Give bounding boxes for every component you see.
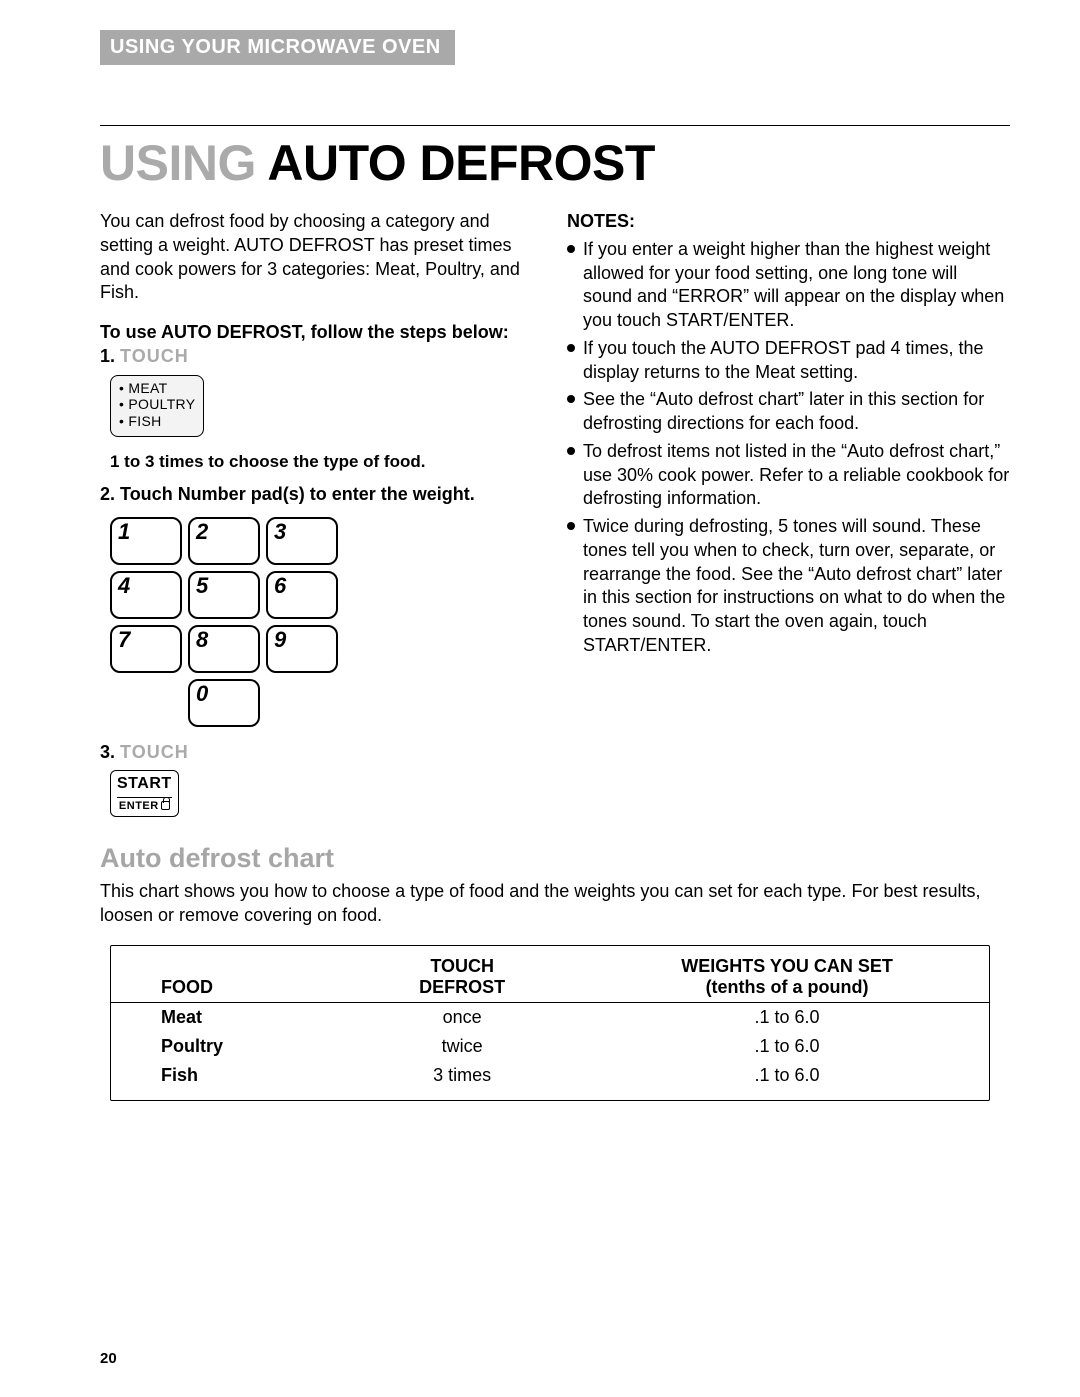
table-row: Meat once .1 to 6.0 (111, 1002, 989, 1032)
number-keypad: 1 2 3 4 5 6 7 8 9 0 (110, 517, 543, 727)
cell-weight: .1 to 6.0 (585, 1002, 989, 1032)
steps-heading: To use AUTO DEFROST, follow the steps be… (100, 321, 543, 345)
page-number: 20 (100, 1350, 117, 1367)
auto-defrost-pad[interactable]: MEAT POULTRY FISH (110, 375, 204, 437)
note-item: See the “Auto defrost chart” later in th… (567, 388, 1010, 436)
right-column: NOTES: If you enter a weight higher than… (567, 210, 1010, 817)
two-column-body: You can defrost food by choosing a categ… (100, 210, 1010, 817)
cell-touch: 3 times (339, 1061, 585, 1090)
keypad-9[interactable]: 9 (266, 625, 338, 673)
note-item: If you enter a weight higher than the hi… (567, 238, 1010, 333)
chart-intro: This chart shows you how to choose a typ… (100, 880, 1010, 927)
step-3-line: 3. TOUCH (100, 741, 543, 765)
table-row: Fish 3 times .1 to 6.0 (111, 1061, 989, 1090)
defrost-option-fish: FISH (119, 413, 195, 430)
enter-text: ENTER (119, 799, 159, 814)
step-1-sub-instruction: 1 to 3 times to choose the type of food. (110, 451, 543, 473)
start-enter-pad[interactable]: START ENTER (110, 770, 179, 817)
step-1-touch: TOUCH (120, 346, 189, 366)
horizontal-rule (100, 125, 1010, 126)
title-part-1: USING (100, 135, 256, 191)
table-row: Poultry twice .1 to 6.0 (111, 1032, 989, 1061)
start-label: START (117, 773, 172, 797)
note-item: Twice during defrosting, 5 tones will so… (567, 515, 1010, 658)
notes-heading: NOTES: (567, 210, 1010, 234)
chart-title: Auto defrost chart (100, 843, 1010, 874)
note-item: If you touch the AUTO DEFROST pad 4 time… (567, 337, 1010, 385)
cell-food: Fish (111, 1061, 339, 1090)
cell-food: Meat (111, 1002, 339, 1032)
step-3-number: 3. (100, 742, 115, 762)
note-item: To defrost items not listed in the “Auto… (567, 440, 1010, 511)
keypad-0[interactable]: 0 (188, 679, 260, 727)
keypad-7[interactable]: 7 (110, 625, 182, 673)
defrost-table: FOOD TOUCH DEFROST WEIGHTS YOU CAN SET (… (111, 946, 989, 1090)
keypad-5[interactable]: 5 (188, 571, 260, 619)
step-2-number: 2. (100, 484, 115, 504)
step-2-line: 2. Touch Number pad(s) to enter the weig… (100, 483, 543, 507)
cell-touch: once (339, 1002, 585, 1032)
step-2-text: Touch Number pad(s) to enter the weight. (120, 484, 475, 504)
step-1-line: 1. TOUCH (100, 345, 543, 369)
title-part-2: AUTO DEFROST (267, 135, 655, 191)
cell-weight: .1 to 6.0 (585, 1032, 989, 1061)
step-1-number: 1. (100, 346, 115, 366)
keypad-3[interactable]: 3 (266, 517, 338, 565)
defrost-option-meat: MEAT (119, 380, 195, 397)
intro-paragraph: You can defrost food by choosing a categ… (100, 210, 543, 305)
left-column: You can defrost food by choosing a categ… (100, 210, 543, 817)
section-header: USING YOUR MICROWAVE OVEN (100, 30, 455, 65)
keypad-4[interactable]: 4 (110, 571, 182, 619)
notes-list: If you enter a weight higher than the hi… (567, 238, 1010, 658)
keypad-1[interactable]: 1 (110, 517, 182, 565)
keypad-6[interactable]: 6 (266, 571, 338, 619)
th-weights-line1: WEIGHTS YOU CAN SET (681, 956, 893, 976)
th-touch-defrost: TOUCH DEFROST (339, 946, 585, 1003)
defrost-option-poultry: POULTRY (119, 396, 195, 413)
lock-icon (161, 801, 170, 810)
page-title: USING AUTO DEFROST (100, 134, 1010, 192)
th-defrost: DEFROST (419, 977, 505, 997)
th-touch: TOUCH (430, 956, 494, 976)
cell-food: Poultry (111, 1032, 339, 1061)
keypad-2[interactable]: 2 (188, 517, 260, 565)
step-3-touch: TOUCH (120, 742, 189, 762)
cell-touch: twice (339, 1032, 585, 1061)
th-weights-line2: (tenths of a pound) (706, 977, 869, 997)
enter-label: ENTER (117, 799, 172, 814)
keypad-8[interactable]: 8 (188, 625, 260, 673)
th-food: FOOD (111, 946, 339, 1003)
th-weights: WEIGHTS YOU CAN SET (tenths of a pound) (585, 946, 989, 1003)
auto-defrost-chart: FOOD TOUCH DEFROST WEIGHTS YOU CAN SET (… (110, 945, 990, 1101)
cell-weight: .1 to 6.0 (585, 1061, 989, 1090)
